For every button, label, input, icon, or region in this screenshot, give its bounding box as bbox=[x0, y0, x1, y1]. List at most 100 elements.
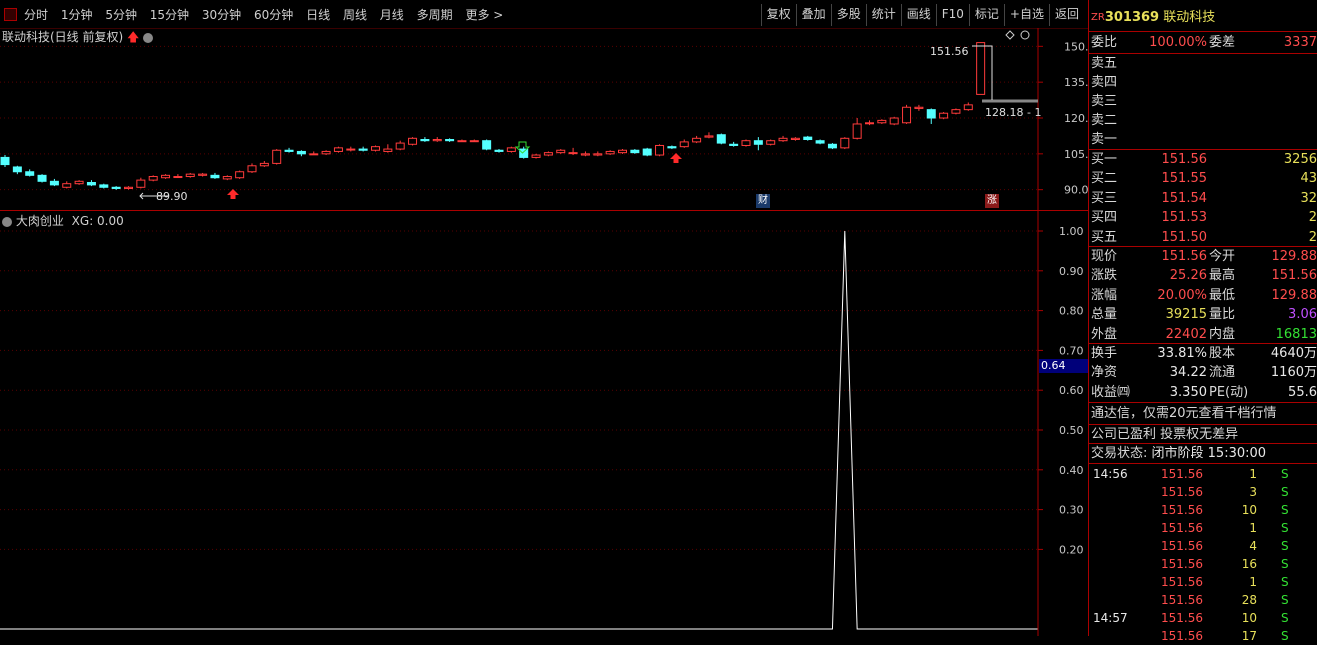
tab-multi-period[interactable]: 多周期 bbox=[417, 8, 453, 22]
ask-row[interactable]: 卖三 bbox=[1091, 92, 1317, 111]
weibi-label: 委比 bbox=[1091, 35, 1118, 50]
candlestick bbox=[272, 149, 282, 165]
order-price: 151.53 bbox=[1161, 210, 1208, 226]
candlestick bbox=[309, 151, 319, 156]
weicha-value: 3337 bbox=[1283, 35, 1317, 50]
finance-badge[interactable]: 财 bbox=[756, 194, 770, 208]
stat-label: 外盘 bbox=[1091, 326, 1118, 342]
tick-side: S bbox=[1281, 557, 1289, 571]
candlestick bbox=[914, 104, 924, 111]
multi-stock-button[interactable]: 多股 bbox=[830, 4, 866, 26]
candlestick bbox=[902, 104, 912, 124]
stat-label: 今开 bbox=[1209, 249, 1236, 264]
candlestick bbox=[111, 186, 121, 190]
bid-row[interactable]: 买五 151.50 2 bbox=[1091, 228, 1317, 247]
order-level-label: 卖五 bbox=[1091, 56, 1118, 71]
candlestick bbox=[210, 172, 220, 179]
tick-price: 151.56 bbox=[1161, 467, 1203, 481]
tab-daily[interactable]: 日线 bbox=[306, 8, 330, 22]
tab-more[interactable]: 更多 > bbox=[465, 8, 503, 22]
weibi-row: 委比 100.00% 委差 3337 bbox=[1091, 33, 1317, 52]
ask-row[interactable]: 卖二 bbox=[1091, 111, 1317, 130]
mark-button[interactable]: 标记 bbox=[968, 4, 1004, 26]
indicator-panel[interactable]: 1.00 0.90 0.80 0.70 0.60 0.50 0.40 0.30 0.20 大肉创… bbox=[0, 211, 1089, 636]
stat-value: 1160万 bbox=[1270, 365, 1317, 381]
stat-value: 33.81% bbox=[1157, 346, 1207, 361]
xg-series-line bbox=[0, 230, 1038, 630]
candlestick bbox=[99, 183, 109, 189]
status-row: 交易状态: 闭市阶段 15:30:00 bbox=[1091, 444, 1266, 463]
candlestick bbox=[74, 180, 84, 185]
ask-row[interactable]: 卖四 bbox=[1091, 73, 1317, 92]
tab-30min[interactable]: 30分钟 bbox=[202, 8, 241, 22]
stat-label: 换手 bbox=[1091, 346, 1118, 361]
order-level-label: 买三 bbox=[1091, 190, 1118, 206]
tick-volume: 1 bbox=[1249, 521, 1257, 535]
bid-row[interactable]: 买一 151.56 3256 bbox=[1091, 150, 1317, 169]
stat-value: 3.06 bbox=[1288, 307, 1317, 323]
tick-side: S bbox=[1281, 467, 1289, 481]
stat-label: 量比 bbox=[1209, 307, 1236, 323]
add-watchlist-button[interactable]: +自选 bbox=[1003, 4, 1049, 26]
adjust-button[interactable]: 复权 bbox=[760, 4, 796, 26]
ask-row[interactable]: 卖一 bbox=[1091, 130, 1317, 149]
top-toolbar: 分时 1分钟 5分钟 15分钟 30分钟 60分钟 日线 周线 月线 多周期 更… bbox=[0, 0, 1088, 29]
tab-1min[interactable]: 1分钟 bbox=[61, 8, 93, 22]
tab-5min[interactable]: 5分钟 bbox=[105, 8, 137, 22]
candlestick bbox=[704, 132, 714, 139]
candlestick bbox=[605, 150, 615, 156]
candlestick bbox=[827, 143, 837, 150]
tab-fenshi[interactable]: 分时 bbox=[24, 8, 48, 22]
chevron-down-icon[interactable] bbox=[143, 32, 154, 43]
stat-label: 流通 bbox=[1209, 365, 1236, 381]
tick-row: 151.56 16 S bbox=[1089, 555, 1317, 573]
up-arrow-icon bbox=[227, 153, 682, 199]
stats-button[interactable]: 统计 bbox=[865, 4, 901, 26]
stat-value: 3.350 bbox=[1169, 384, 1207, 400]
circle-icon[interactable] bbox=[1020, 30, 1030, 40]
tick-volume: 16 bbox=[1241, 557, 1257, 571]
candlestick bbox=[815, 139, 825, 145]
order-volume: 3256 bbox=[1283, 152, 1317, 167]
kline-chart[interactable]: 150.0 135.0 120.0 105.0 90.00 bbox=[0, 28, 1088, 211]
chevron-down-icon[interactable] bbox=[2, 216, 12, 227]
bid-row[interactable]: 买四 151.53 2 bbox=[1091, 208, 1317, 227]
candlestick bbox=[37, 174, 47, 183]
indicator-xg-value: XG: 0.00 bbox=[71, 214, 124, 228]
back-button[interactable]: 返回 bbox=[1048, 4, 1084, 26]
tab-weekly[interactable]: 周线 bbox=[343, 8, 367, 22]
kline-panel[interactable]: 150.0 135.0 120.0 105.0 90.00 联动科技(日线 前复权) 🡅… bbox=[0, 28, 1088, 211]
stat-value: 129.88 bbox=[1271, 249, 1317, 264]
tick-row: 151.56 10 S bbox=[1089, 501, 1317, 519]
ad-text[interactable]: 通达信，仅需20元查看千档行情 bbox=[1091, 404, 1277, 423]
order-price: 151.54 bbox=[1161, 190, 1208, 206]
candlestick bbox=[531, 153, 541, 159]
tick-row: 14:56 151.56 1 S bbox=[1089, 465, 1317, 483]
candlestick bbox=[741, 139, 751, 147]
candlestick bbox=[618, 149, 627, 154]
indicator-chart[interactable]: 1.00 0.90 0.80 0.70 0.60 0.50 0.40 0.30 0.20 bbox=[0, 211, 1088, 636]
tab-15min[interactable]: 15分钟 bbox=[150, 8, 189, 22]
weibi-value: 100.00% bbox=[1149, 35, 1207, 50]
candlestick bbox=[679, 139, 689, 148]
ask-row[interactable]: 卖五 bbox=[1091, 54, 1317, 73]
tab-monthly[interactable]: 月线 bbox=[380, 8, 404, 22]
candlestick bbox=[346, 146, 356, 152]
indicator-y-tick-label: 0.40 bbox=[1059, 464, 1084, 477]
bid-row[interactable]: 买二 151.55 43 bbox=[1091, 169, 1317, 188]
f10-button[interactable]: F10 bbox=[935, 4, 969, 26]
cursor-value-box: 0.64 bbox=[1039, 359, 1089, 373]
kline-y-tick-label: 150.0 bbox=[1064, 40, 1088, 53]
tick-time: 14:56 bbox=[1093, 467, 1128, 481]
candlestick bbox=[729, 141, 739, 147]
limit-up-badge[interactable]: 涨 bbox=[985, 194, 999, 208]
candlestick bbox=[235, 170, 245, 179]
bid-row[interactable]: 买三 151.54 32 bbox=[1091, 189, 1317, 208]
tab-60min[interactable]: 60分钟 bbox=[254, 8, 293, 22]
tick-side: S bbox=[1281, 485, 1289, 499]
menu-icon[interactable] bbox=[4, 8, 17, 21]
diamond-icon[interactable] bbox=[1005, 30, 1015, 40]
overlay-button[interactable]: 叠加 bbox=[795, 4, 831, 26]
draw-line-button[interactable]: 画线 bbox=[900, 4, 936, 26]
fundamental-row: 收益㈣ 3.350 PE(动) 55.6 bbox=[1091, 383, 1317, 402]
